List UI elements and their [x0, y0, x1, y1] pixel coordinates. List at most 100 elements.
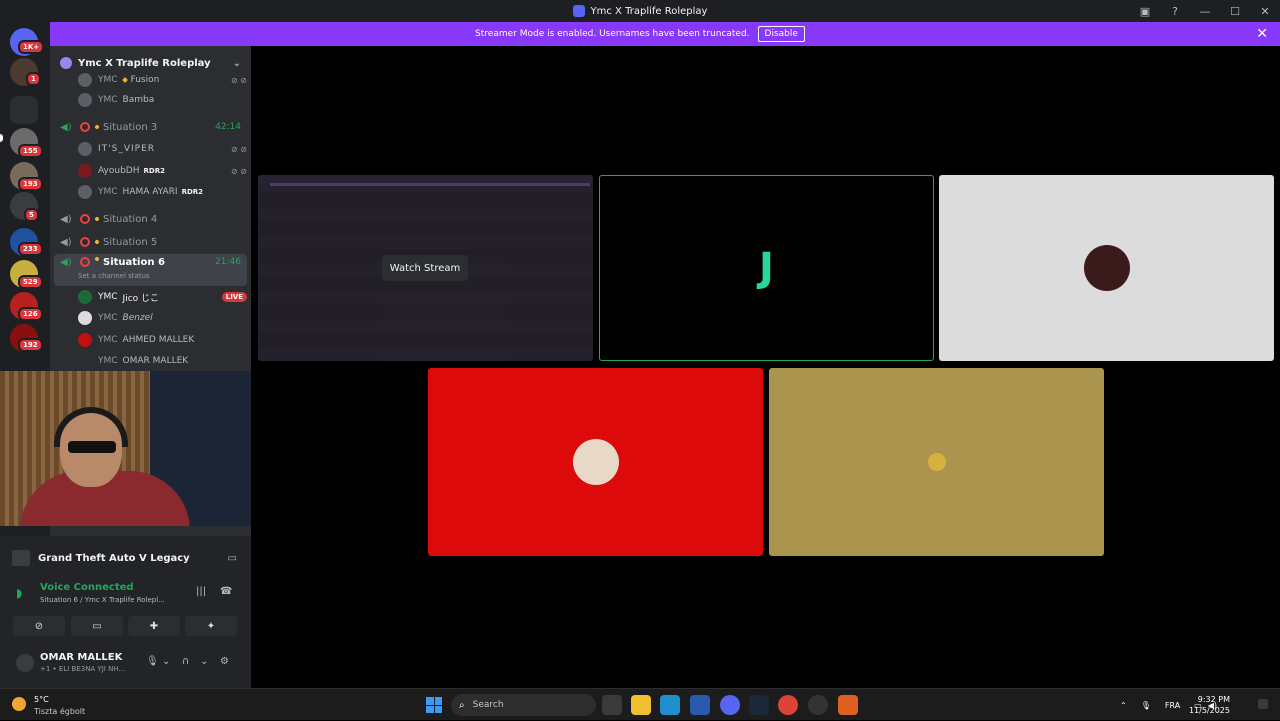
settings-gear-icon[interactable]: ⚙	[220, 656, 229, 667]
clock[interactable]: 9:32 PM 11/5/2025	[1189, 694, 1230, 716]
deafened-icon: ⊘ ⊘	[231, 166, 247, 176]
user-name: IT'S_VIPER	[98, 144, 156, 154]
voice-channel-situation-6[interactable]: ◀) Situation 6 21:46 Set a channel statu…	[54, 254, 247, 286]
share-screen-button[interactable]: ▭	[71, 616, 123, 636]
activities-button[interactable]: ✚	[128, 616, 180, 636]
voice-user[interactable]: YMC HAMA AYARI RDR2	[78, 182, 247, 202]
disable-streamer-mode-button[interactable]: Disable	[757, 26, 805, 42]
user-tag: YMC	[98, 335, 118, 345]
voice-connected-label[interactable]: Voice Connected	[40, 582, 134, 593]
app-icon[interactable]	[838, 695, 858, 715]
channel-timer: 21:46	[215, 257, 241, 267]
dm-badge: 1	[26, 72, 41, 86]
language-indicator[interactable]: FRA	[1165, 701, 1180, 710]
inbox-icon[interactable]: ▣	[1130, 0, 1160, 22]
chevron-down-icon[interactable]: ⌄	[200, 656, 208, 667]
user-name: HAMA AYARI	[122, 187, 178, 197]
stream-game-icon[interactable]: ▭	[228, 553, 237, 564]
channel-name: Situation 6	[103, 257, 165, 268]
user-tile[interactable]	[939, 175, 1274, 361]
avatar[interactable]	[16, 654, 34, 672]
headphones-icon[interactable]: ∩	[182, 656, 189, 667]
channel-name: Situation 3	[103, 121, 158, 133]
live-badge[interactable]: LIVE	[221, 292, 247, 302]
user-name: AyoubDH	[98, 166, 140, 176]
voice-user[interactable]: YMC OMAR MALLEK	[78, 351, 247, 371]
speaker-icon: ◀)	[60, 237, 72, 248]
user-tile[interactable]	[769, 368, 1104, 556]
file-explorer-icon[interactable]	[631, 695, 651, 715]
obs-icon[interactable]	[808, 695, 828, 715]
channel-name: Situation 4	[103, 213, 158, 225]
camera-toggle-button[interactable]: ⊘	[13, 616, 65, 636]
store-icon[interactable]	[690, 695, 710, 715]
voice-channel-path[interactable]: Situation 6 / Ymc X Traplife Rolepl...	[40, 596, 165, 604]
search-icon: ⌕	[459, 699, 465, 711]
user-name: Bamba	[122, 95, 155, 105]
microphone-icon[interactable]: 🎙	[1141, 701, 1151, 710]
speaking-user-tile[interactable]: J	[599, 175, 934, 361]
notification-icon[interactable]	[1258, 699, 1268, 709]
windows-start-icon[interactable]	[426, 697, 442, 713]
voice-channel-situation-5[interactable]: ◀) Situation 5	[54, 232, 247, 252]
user-tag: YMC	[98, 313, 118, 323]
window-title: Ymc X Traplife Roleplay	[590, 5, 708, 17]
chevron-down-icon[interactable]: ⌄	[162, 656, 170, 667]
voice-user[interactable]: YMC Benzel	[78, 308, 247, 328]
folder-icon[interactable]	[10, 96, 38, 124]
voice-connection: ◗ Voice Connected Situation 6 / Ymc X Tr…	[12, 582, 242, 612]
server-badge: 233	[18, 242, 43, 256]
temperature: 5°C	[34, 695, 49, 704]
discord-taskbar-icon[interactable]	[720, 695, 740, 715]
watch-stream-button[interactable]: Watch Stream	[382, 255, 468, 281]
avatar	[78, 93, 92, 107]
channel-status-prompt[interactable]: Set a channel status	[78, 272, 150, 280]
user-name: Jico じこ	[122, 293, 160, 304]
game-activity-badge: RDR2	[181, 188, 204, 196]
stream-preview-bar	[270, 183, 590, 186]
voice-channel-situation-4[interactable]: ◀) Situation 4	[54, 209, 247, 229]
minimize-button[interactable]: —	[1190, 0, 1220, 22]
close-window-button[interactable]: ✕	[1250, 0, 1280, 22]
speaker-icon: ◀)	[60, 122, 72, 133]
voice-user[interactable]: YMC Bamba	[78, 90, 247, 110]
banner-close-icon[interactable]: ✕	[1256, 26, 1268, 42]
webcam-overlay	[0, 371, 276, 526]
diamond-icon	[121, 77, 128, 83]
help-icon[interactable]: ?	[1160, 0, 1190, 22]
soundboard-button[interactable]: ✦	[185, 616, 237, 636]
user-tile[interactable]	[428, 368, 763, 556]
edge-icon[interactable]	[660, 695, 680, 715]
chevron-up-icon[interactable]: ⌃	[1120, 701, 1127, 710]
user-tag: YMC	[98, 75, 118, 85]
disconnect-icon[interactable]: ☎	[220, 586, 232, 597]
avatar	[78, 333, 92, 347]
home-mention-badge: 1K+	[18, 40, 45, 54]
user-name: OMAR MALLEK	[122, 356, 189, 366]
j-logo-avatar: J	[759, 245, 774, 291]
chevron-down-icon[interactable]: ⌄	[233, 58, 241, 69]
noise-suppression-icon[interactable]: |||	[196, 586, 206, 597]
avatar	[1083, 245, 1130, 291]
microphone-icon[interactable]: 🎙	[146, 656, 159, 667]
voice-user[interactable]: YMC Fusion ⊘ ⊘	[78, 70, 247, 90]
no-entry-icon	[80, 257, 90, 267]
server-badge-icon	[60, 57, 72, 69]
chrome-icon[interactable]	[778, 695, 798, 715]
steam-icon[interactable]	[749, 695, 769, 715]
signal-icon[interactable]: ◗	[16, 586, 22, 600]
taskbar-search[interactable]: ⌕ Search	[451, 694, 596, 716]
channel-timer: 42:14	[215, 122, 241, 132]
voice-user[interactable]: IT'S_VIPER ⊘ ⊘	[78, 139, 247, 159]
voice-user[interactable]: YMC Jico じこ LIVE	[78, 287, 247, 307]
task-view-icon[interactable]	[602, 695, 622, 715]
stream-tile[interactable]: Watch Stream	[258, 175, 593, 361]
windows-taskbar: 5°C Tiszta égbolt ⌕ Search ⌃ 🎙 FRA ▭ ◀) …	[0, 688, 1280, 720]
avatar	[78, 290, 92, 304]
maximize-button[interactable]: ☐	[1220, 0, 1250, 22]
voice-user[interactable]: AyoubDH RDR2 ⊘ ⊘	[78, 161, 247, 181]
server-badge: 192	[18, 338, 43, 352]
account-name[interactable]: OMAR MALLEK	[40, 652, 122, 663]
voice-user[interactable]: YMC AHMED MALLEK	[78, 330, 247, 350]
voice-channel-situation-3[interactable]: ◀) Situation 3 42:14	[54, 117, 247, 137]
